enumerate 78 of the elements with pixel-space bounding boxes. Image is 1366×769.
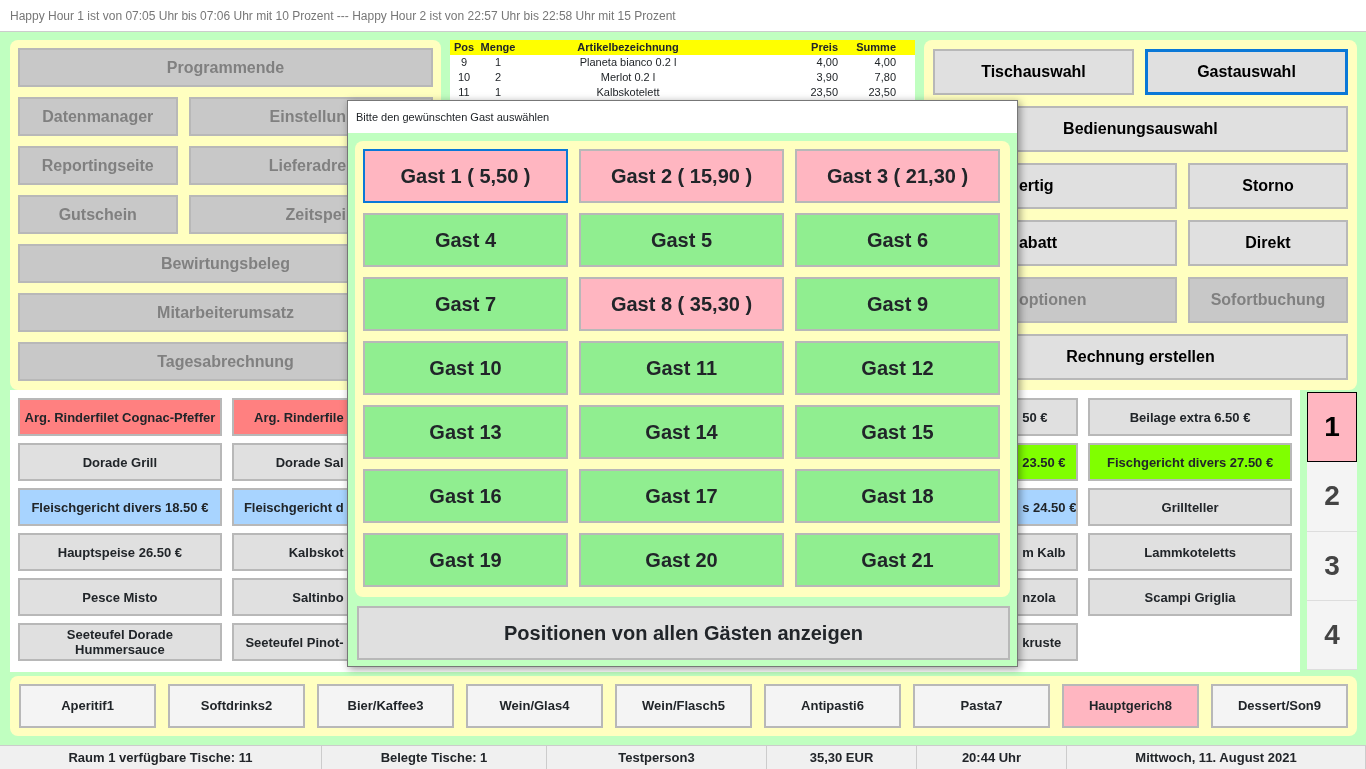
product-button[interactable]: Seeteufel Dorade Hummersauce — [18, 623, 222, 661]
table-cell-text: 3,90 — [815, 70, 839, 85]
table-cell-text: Planeta bianco 0.2 l — [578, 55, 678, 70]
product-button[interactable]: Arg. Rinderfilet Cognac-Pfeffer — [18, 398, 222, 436]
guest-button[interactable]: Gast 4 — [363, 213, 568, 267]
status-text: Mittwoch, 11. August 2021 — [1067, 746, 1366, 769]
guest-button[interactable]: Gast 16 — [363, 469, 568, 523]
guest-button[interactable]: Gast 6 — [795, 213, 1000, 267]
page-tab[interactable]: 2 — [1307, 462, 1357, 532]
action-button[interactable]: Tischauswahl — [932, 49, 1134, 95]
table-cell-text: 4,00 — [815, 55, 839, 70]
table-cell-text: 1 — [493, 55, 503, 70]
category-button[interactable]: Bier/Kaffee3 — [317, 684, 454, 728]
table-cell-text: 1 — [493, 85, 503, 100]
guest-button[interactable]: Gast 11 — [579, 341, 784, 395]
column-header: Pos — [452, 40, 476, 55]
guest-button[interactable]: Gast 12 — [795, 341, 1000, 395]
column-header: Preis — [810, 40, 839, 55]
guest-button[interactable]: Gast 8 ( 35,30 ) — [579, 277, 784, 331]
table-cell-text: 23,50 — [809, 85, 839, 100]
category-button[interactable]: Aperitif1 — [19, 684, 156, 728]
product-button[interactable]: Hauptspeise 26.50 € — [18, 533, 222, 571]
table-cell-text: 2 — [493, 70, 503, 85]
category-button[interactable]: Pasta7 — [913, 684, 1050, 728]
table-cell-text: 7,80 — [873, 70, 897, 85]
table-cell-text: 11 — [457, 85, 471, 100]
action-button[interactable]: Gastauswahl — [1144, 49, 1348, 95]
table-cell-text: 23,50 — [867, 85, 897, 100]
category-button[interactable]: Wein/Glas4 — [466, 684, 603, 728]
column-header: Menge — [479, 40, 517, 55]
guest-button[interactable]: Gast 19 — [363, 533, 568, 587]
product-button[interactable]: Fleischgericht divers 18.50 € — [18, 488, 222, 526]
table-cell-text: Kalbskotelett — [595, 85, 661, 100]
guest-button[interactable]: Gast 15 — [795, 405, 1000, 459]
status-text: Belegte Tische: 1 — [322, 746, 547, 769]
status-text: 35,30 EUR — [767, 746, 917, 769]
table-cell-text: Merlot 0.2 l — [599, 70, 657, 85]
table-cell-text: 4,00 — [873, 55, 897, 70]
guest-button[interactable]: Gast 5 — [579, 213, 784, 267]
guest-button[interactable]: Gast 3 ( 21,30 ) — [795, 149, 1000, 203]
guest-button[interactable]: Gast 20 — [579, 533, 784, 587]
product-button[interactable]: Pesce Misto — [18, 578, 222, 616]
column-header: Artikelbezeichnung — [576, 40, 680, 55]
guest-button[interactable]: Gast 18 — [795, 469, 1000, 523]
guest-button[interactable]: Gast 13 — [363, 405, 568, 459]
category-button[interactable]: Hauptgerich8 — [1062, 684, 1199, 728]
product-button[interactable]: Beilage extra 6.50 € — [1088, 398, 1292, 436]
table-cell-text: 10 — [456, 70, 472, 85]
product-button[interactable]: Lammkoteletts — [1088, 533, 1292, 571]
column-header: Summe — [855, 40, 897, 55]
category-button[interactable]: Antipasti6 — [764, 684, 901, 728]
category-button[interactable]: Dessert/Son9 — [1211, 684, 1348, 728]
happy-hour-banner: Happy Hour 1 ist von 07:05 Uhr bis 07:06 Uhr mit 10 Prozent --- Happy Hour 2 ist von 22:57 Uhr bis 22:58 Uhr mit 15 Prozent — [0, 0, 1366, 32]
guest-button[interactable]: Gast 17 — [579, 469, 784, 523]
guest-button[interactable]: Gast 14 — [579, 405, 784, 459]
guest-button[interactable]: Gast 2 ( 15,90 ) — [579, 149, 784, 203]
product-button[interactable]: Dorade Grill — [18, 443, 222, 481]
product-button[interactable]: Fischgericht divers 27.50 € — [1088, 443, 1292, 481]
page-tab[interactable]: 3 — [1307, 531, 1357, 601]
guest-button[interactable]: Gast 10 — [363, 341, 568, 395]
product-button[interactable]: Scampi Griglia — [1088, 578, 1292, 616]
product-button[interactable]: Grillteller — [1088, 488, 1292, 526]
action-button[interactable]: Direkt — [1187, 220, 1348, 266]
guest-button[interactable]: Gast 21 — [795, 533, 1000, 587]
page-tab[interactable]: 4 — [1307, 600, 1357, 670]
page-tab[interactable]: 1 — [1307, 392, 1357, 463]
show-all-guests-button[interactable]: Positionen von allen Gästen anzeigen — [357, 606, 1010, 660]
category-button[interactable]: Wein/Flasch5 — [615, 684, 752, 728]
status-text: 20:44 Uhr — [917, 746, 1067, 769]
category-button[interactable]: Softdrinks2 — [168, 684, 305, 728]
table-cell-text: 9 — [459, 55, 469, 70]
status-text: Testperson3 — [547, 746, 767, 769]
dialog-title: Bitte den gewünschten Gast auswählen — [348, 101, 1017, 133]
guest-button[interactable]: Gast 9 — [795, 277, 1000, 331]
status-text: Raum 1 verfügbare Tische: 11 — [0, 746, 322, 769]
guest-button[interactable]: Gast 7 — [363, 277, 568, 331]
action-button[interactable]: Storno — [1187, 163, 1348, 209]
guest-button[interactable]: Gast 1 ( 5,50 ) — [363, 149, 568, 203]
